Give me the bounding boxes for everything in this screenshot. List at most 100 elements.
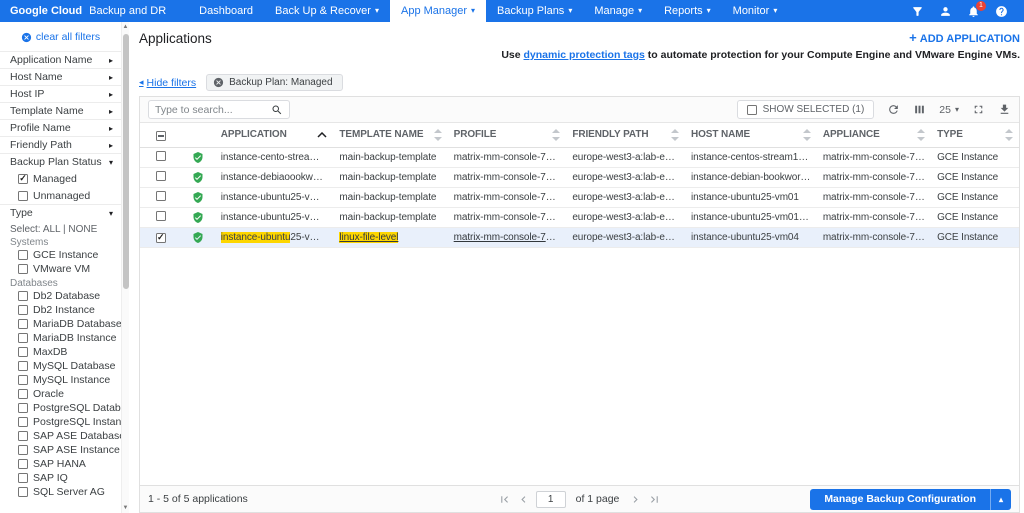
checkbox-unchecked[interactable] <box>18 291 28 301</box>
checkbox-unchecked[interactable] <box>18 487 28 497</box>
nav-dashboard[interactable]: Dashboard <box>188 0 264 22</box>
sort-icon[interactable] <box>552 129 560 141</box>
sidebar-filter-friendly-path[interactable]: Friendly Path▸ <box>0 136 121 153</box>
sort-icon[interactable] <box>917 129 925 141</box>
profile-link[interactable]: matrix-mm-console-73836_Pro... <box>454 232 567 243</box>
nav-reports[interactable]: Reports▾ <box>653 0 722 22</box>
type-option-db2-database[interactable]: Db2 Database <box>0 289 121 303</box>
remove-chip-icon[interactable] <box>213 77 224 88</box>
column-profile[interactable]: PROFILE <box>448 123 567 147</box>
type-option-sql-server-ag[interactable]: SQL Server AG <box>0 485 121 499</box>
type-option-mysql-instance[interactable]: MySQL Instance <box>0 373 121 387</box>
cell-application[interactable]: instance-ubuntu25-vm01 <box>215 187 334 207</box>
checkbox-unchecked[interactable] <box>18 431 28 441</box>
row-checkbox[interactable] <box>156 171 166 181</box>
cell-profile[interactable]: matrix-mm-console-73836_Pro... <box>448 227 567 247</box>
checkbox-unchecked[interactable] <box>18 333 28 343</box>
column-friendly-path[interactable]: FRIENDLY PATH <box>566 123 685 147</box>
row-checkbox[interactable] <box>156 211 166 221</box>
column-host-name[interactable]: HOST NAME <box>685 123 817 147</box>
cell-application[interactable]: instance-cento-stream10-vm06 <box>215 147 334 167</box>
next-page-icon[interactable] <box>629 493 642 506</box>
nav-back-up-recover[interactable]: Back Up & Recover▾ <box>264 0 390 22</box>
checkbox-unchecked[interactable] <box>18 264 28 274</box>
checkbox-unchecked[interactable] <box>18 445 28 455</box>
checkbox-unchecked[interactable] <box>18 250 28 260</box>
cell-application[interactable]: instance-debiaoookworm-vm05 <box>215 167 334 187</box>
column-type[interactable]: TYPE <box>931 123 1019 147</box>
notifications-bell-icon[interactable]: 1 <box>967 5 980 18</box>
checkbox-unchecked[interactable] <box>18 347 28 357</box>
type-option-postgresql-instance[interactable]: PostgreSQL Instance <box>0 415 121 429</box>
table-row-selected[interactable]: instance-ubuntu25-vm04 linux-file-level … <box>140 227 1019 247</box>
checkbox-unchecked[interactable] <box>747 105 757 115</box>
type-option-oracle[interactable]: Oracle <box>0 387 121 401</box>
previous-page-icon[interactable] <box>517 493 530 506</box>
help-icon[interactable] <box>995 5 1008 18</box>
type-option-postgresql-database[interactable]: PostgreSQL Database <box>0 401 121 415</box>
checkbox-unchecked[interactable] <box>18 305 28 315</box>
type-option-maxdb[interactable]: MaxDB <box>0 345 121 359</box>
last-page-icon[interactable] <box>648 493 661 506</box>
table-row[interactable]: instance-ubuntu25-vm01-restore main-back… <box>140 207 1019 227</box>
cell-application[interactable]: instance-ubuntu25-vm04 <box>215 227 334 247</box>
select-all-checkbox[interactable] <box>156 131 166 141</box>
type-option-vmware-vm[interactable]: VMware VM <box>0 262 121 276</box>
checkbox-unchecked[interactable] <box>18 361 28 371</box>
hide-filters-link[interactable]: ◂Hide filters <box>139 77 196 89</box>
dynamic-protection-tags-link[interactable]: dynamic protection tags <box>524 49 645 61</box>
type-option-sap-ase-database[interactable]: SAP ASE Database <box>0 429 121 443</box>
show-selected-button[interactable]: SHOW SELECTED (1) <box>737 100 875 119</box>
type-option-gce-instance[interactable]: GCE Instance <box>0 248 121 262</box>
filter-icon[interactable] <box>911 5 924 18</box>
sort-icon[interactable] <box>671 129 679 141</box>
columns-icon[interactable] <box>913 103 926 116</box>
first-page-icon[interactable] <box>498 493 511 506</box>
row-checkbox[interactable] <box>156 191 166 201</box>
type-option-mariadb-instance[interactable]: MariaDB Instance <box>0 331 121 345</box>
checkbox-unchecked[interactable] <box>18 375 28 385</box>
download-icon[interactable] <box>998 103 1011 116</box>
checkbox-unchecked[interactable] <box>18 417 28 427</box>
template-link[interactable]: linux-file-level <box>339 232 398 243</box>
checkbox-unchecked[interactable] <box>18 473 28 483</box>
backup-plan-filter-chip[interactable]: Backup Plan: Managed <box>206 74 342 91</box>
search-icon[interactable] <box>271 104 283 116</box>
select-all-link[interactable]: ALL <box>43 224 60 235</box>
sort-icon[interactable] <box>434 129 442 141</box>
table-row[interactable]: instance-cento-stream10-vm06 main-backup… <box>140 147 1019 167</box>
type-option-sap-ase-instance[interactable]: SAP ASE Instance <box>0 443 121 457</box>
type-option-sap-hana[interactable]: SAP HANA <box>0 457 121 471</box>
sort-icon[interactable] <box>1005 129 1013 141</box>
sidebar-filter-template-name[interactable]: Template Name▸ <box>0 102 121 119</box>
manage-backup-configuration-button[interactable]: Manage Backup Configuration ▴ <box>810 489 1011 510</box>
status-option-unmanaged[interactable]: Unmanaged <box>0 187 121 204</box>
status-option-managed[interactable]: Managed <box>0 170 121 187</box>
sort-ascending-icon[interactable] <box>317 132 327 138</box>
checkbox-unchecked[interactable] <box>18 319 28 329</box>
sidebar-filter-host-name[interactable]: Host Name▸ <box>0 68 121 85</box>
table-row[interactable]: instance-ubuntu25-vm01 main-backup-templ… <box>140 187 1019 207</box>
checkbox-unchecked[interactable] <box>18 389 28 399</box>
column-appliance[interactable]: APPLIANCE <box>817 123 931 147</box>
nav-backup-plans[interactable]: Backup Plans▾ <box>486 0 583 22</box>
scroll-down-icon[interactable]: ▼ <box>123 503 129 513</box>
nav-app-manager[interactable]: App Manager▾ <box>390 0 486 22</box>
cell-application[interactable]: instance-ubuntu25-vm01-restore <box>215 207 334 227</box>
type-option-sap-iq[interactable]: SAP IQ <box>0 471 121 485</box>
row-checkbox[interactable] <box>156 151 166 161</box>
type-option-mysql-database[interactable]: MySQL Database <box>0 359 121 373</box>
column-application[interactable]: APPLICATION <box>215 123 334 147</box>
select-none-link[interactable]: NONE <box>68 224 97 235</box>
checkbox-unchecked[interactable] <box>18 403 28 413</box>
page-size-dropdown[interactable]: 25▾ <box>939 104 959 116</box>
nav-manage[interactable]: Manage▾ <box>583 0 653 22</box>
cell-template[interactable]: linux-file-level <box>333 227 447 247</box>
page-number-input[interactable] <box>536 491 566 508</box>
nav-monitor[interactable]: Monitor▾ <box>722 0 789 22</box>
sidebar-filter-application-name[interactable]: Application Name▸ <box>0 51 121 68</box>
sidebar-scrollbar[interactable]: ▲ ▼ <box>121 22 129 513</box>
user-icon[interactable] <box>939 5 952 18</box>
sidebar-filter-backup-plan-status[interactable]: Backup Plan Status▾ <box>0 153 121 170</box>
type-option-mariadb-database[interactable]: MariaDB Database <box>0 317 121 331</box>
